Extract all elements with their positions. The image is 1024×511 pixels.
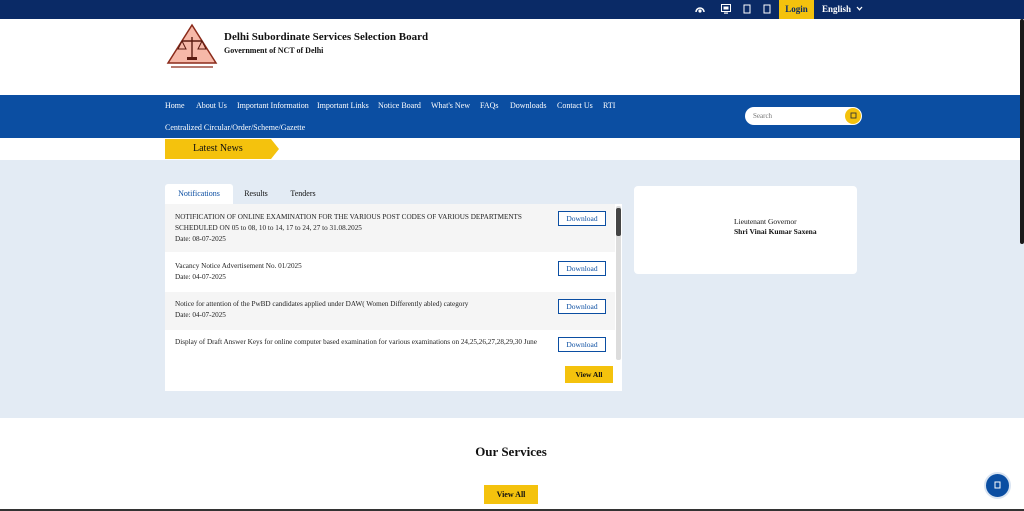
organization-subtitle: Government of NCT of Delhi <box>224 46 324 55</box>
download-button[interactable]: Download <box>558 299 606 314</box>
nav-item-centralized-circular[interactable]: Centralized Circular/Order/Scheme/Gazett… <box>165 123 305 133</box>
tab-notifications[interactable]: Notifications <box>165 184 233 204</box>
text-size-icon[interactable] <box>762 3 772 16</box>
nav-item-downloads[interactable]: Downloads <box>510 101 546 111</box>
nav-item-important-links[interactable]: Important Links <box>317 101 369 111</box>
organization-name: Delhi Subordinate Services Selection Boa… <box>224 31 429 43</box>
view-all-notifications-button[interactable]: View All <box>565 366 613 383</box>
notification-title[interactable]: Vacancy Notice Advertisement No. 01/2025 <box>175 261 545 272</box>
notification-list: NOTIFICATION OF ONLINE EXAMINATION FOR T… <box>165 204 622 391</box>
chevron-down-icon <box>856 0 863 19</box>
main-navigation: Home About Us Important Information Impo… <box>0 95 1024 138</box>
screen-reader-icon[interactable] <box>742 3 752 16</box>
language-label: English <box>822 4 852 14</box>
sitemap-icon[interactable] <box>720 3 732 16</box>
governor-title: Lieutenant Governor <box>734 217 797 226</box>
nav-item-notice-board[interactable]: Notice Board <box>378 101 421 111</box>
search-icon <box>850 112 856 119</box>
latest-news-label: Latest News <box>193 143 243 154</box>
nav-item-home[interactable]: Home <box>165 101 185 111</box>
notification-title[interactable]: Notice for attention of the PwBD candida… <box>175 299 545 310</box>
list-item: Vacancy Notice Advertisement No. 01/2025… <box>165 252 615 292</box>
nav-item-about-us[interactable]: About Us <box>196 101 227 111</box>
nav-item-whats-new[interactable]: What's New <box>431 101 470 111</box>
search-box <box>745 107 862 125</box>
language-selector[interactable]: English <box>822 0 863 19</box>
notification-date: Date: 04-07-2025 <box>175 311 226 319</box>
list-scrollbar-thumb[interactable] <box>616 208 621 236</box>
services-heading: Our Services <box>475 444 547 459</box>
nav-item-contact-us[interactable]: Contact Us <box>557 101 593 111</box>
site-header: Delhi Subordinate Services Selection Boa… <box>0 19 1024 95</box>
latest-news-bar: Latest News <box>0 138 1024 160</box>
nav-item-rti[interactable]: RTI <box>603 101 615 111</box>
governor-name: Shri Vinai Kumar Saxena <box>734 227 817 236</box>
search-button[interactable] <box>845 108 861 124</box>
download-button[interactable]: Download <box>558 261 606 276</box>
download-button[interactable]: Download <box>558 211 606 226</box>
tab-results[interactable]: Results <box>237 184 275 204</box>
notification-title[interactable]: Display of Draft Answer Keys for online … <box>175 337 545 348</box>
login-button[interactable]: Login <box>779 0 814 19</box>
notification-title[interactable]: NOTIFICATION OF ONLINE EXAMINATION FOR T… <box>175 212 545 234</box>
dsssb-logo[interactable] <box>165 23 219 71</box>
list-item: NOTIFICATION OF ONLINE EXAMINATION FOR T… <box>165 204 615 252</box>
lieutenant-governor-card: Lieutenant Governor Shri Vinai Kumar Sax… <box>634 186 857 274</box>
accessibility-icon[interactable] <box>694 3 706 16</box>
notification-date: Date: 04-07-2025 <box>175 273 226 281</box>
nav-item-faqs[interactable]: FAQs <box>480 101 499 111</box>
top-utility-bar: Login English <box>0 0 1024 19</box>
page: Login English Delhi Subordinate Services… <box>0 0 1024 511</box>
notifications-section: Notifications Results Tenders NOTIFICATI… <box>0 160 1024 418</box>
page-scrollbar[interactable] <box>1020 19 1024 244</box>
tab-tenders[interactable]: Tenders <box>283 184 323 204</box>
search-input[interactable] <box>753 110 839 122</box>
chat-icon <box>994 481 1001 489</box>
view-all-services-button[interactable]: View All <box>484 485 538 504</box>
notification-date: Date: 08-07-2025 <box>175 235 226 243</box>
latest-news-tag: Latest News <box>165 139 279 159</box>
list-item: Display of Draft Answer Keys for online … <box>165 330 615 366</box>
chat-button[interactable] <box>984 472 1011 499</box>
nav-item-important-information[interactable]: Important Information <box>237 101 309 111</box>
list-item: Notice for attention of the PwBD candida… <box>165 292 615 330</box>
download-button[interactable]: Download <box>558 337 606 352</box>
